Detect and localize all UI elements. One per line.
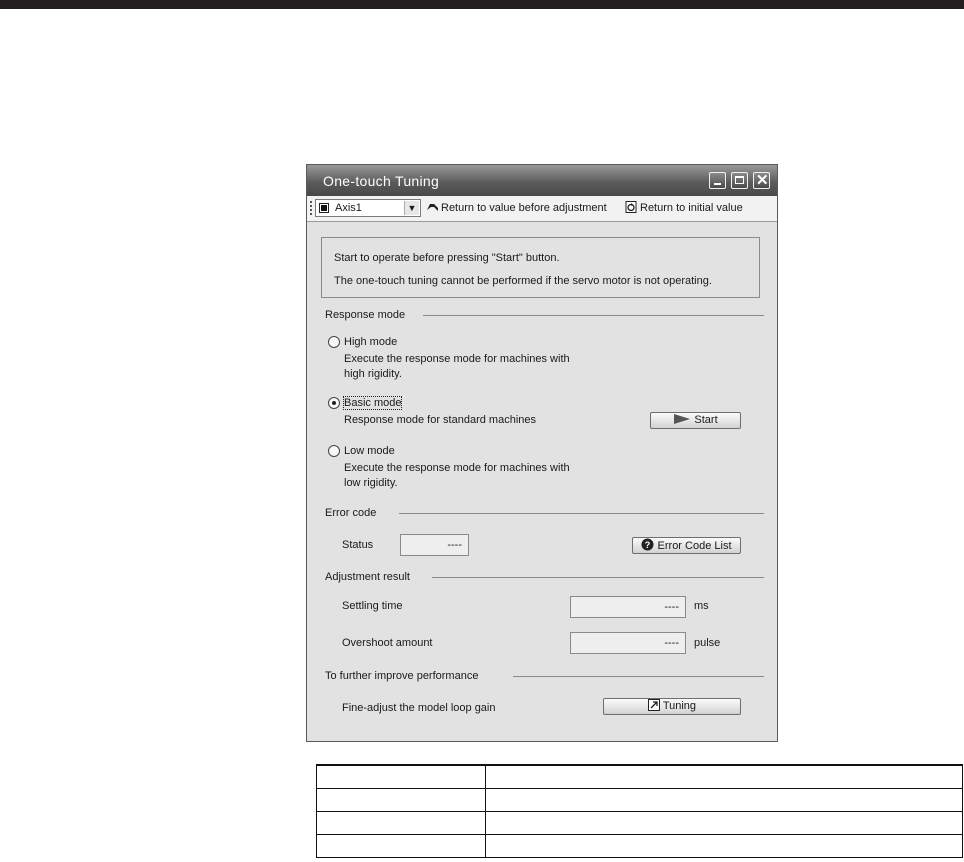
table-cell bbox=[316, 811, 486, 835]
table-row bbox=[316, 834, 963, 858]
error-code-list-button[interactable]: ? Error Code List bbox=[632, 537, 741, 554]
settling-time-label: Settling time bbox=[342, 600, 403, 612]
chevron-down-icon[interactable]: ▼ bbox=[404, 201, 419, 215]
improve-heading: To further improve performance bbox=[325, 670, 479, 682]
svg-text:?: ? bbox=[645, 540, 651, 550]
improve-divider bbox=[513, 676, 764, 677]
title-bar[interactable]: One-touch Tuning ✕ bbox=[307, 165, 777, 196]
tuning-button[interactable]: Tuning bbox=[603, 698, 741, 715]
error-code-list-label: Error Code List bbox=[657, 540, 732, 552]
return-before-label: Return to value before adjustment bbox=[441, 202, 607, 214]
table-cell bbox=[316, 788, 486, 812]
radio-basic-mode[interactable] bbox=[328, 397, 340, 409]
instruction-line-2: The one-touch tuning cannot be performed… bbox=[334, 275, 712, 287]
basic-mode-label[interactable]: Basic mode bbox=[342, 396, 403, 410]
status-field: ---- bbox=[400, 534, 469, 556]
response-mode-heading: Response mode bbox=[325, 309, 406, 321]
tuning-button-label: Tuning bbox=[662, 700, 697, 712]
adjustment-result-heading: Adjustment result bbox=[325, 571, 410, 583]
table-cell bbox=[485, 811, 963, 835]
axis-select-value: Axis1 bbox=[335, 202, 362, 214]
axis-select[interactable]: Axis1 ▼ bbox=[315, 199, 421, 217]
empty-document-table bbox=[316, 764, 963, 858]
low-mode-label[interactable]: Low mode bbox=[344, 445, 395, 457]
play-icon bbox=[674, 414, 691, 424]
table-cell bbox=[485, 834, 963, 858]
table-row bbox=[316, 811, 963, 835]
response-mode-divider bbox=[423, 315, 764, 316]
one-touch-tuning-window: One-touch Tuning ✕ Axis1 ▼ Return to val… bbox=[306, 164, 778, 742]
page-top-rule bbox=[0, 0, 964, 9]
basic-mode-desc-1: Response mode for standard machines bbox=[344, 414, 536, 426]
radio-low-mode[interactable] bbox=[328, 445, 340, 457]
reset-icon bbox=[625, 201, 637, 213]
table-cell bbox=[316, 764, 486, 789]
undo-arrow-icon bbox=[427, 204, 438, 211]
overshoot-amount-label: Overshoot amount bbox=[342, 637, 433, 649]
close-icon[interactable]: ✕ bbox=[753, 172, 770, 189]
low-mode-desc-1: Execute the response mode for machines w… bbox=[344, 462, 570, 474]
error-code-heading: Error code bbox=[325, 507, 377, 519]
status-label: Status bbox=[342, 539, 374, 551]
finetune-label: Fine-adjust the model loop gain bbox=[342, 702, 496, 714]
radio-high-mode[interactable] bbox=[328, 336, 340, 348]
start-button[interactable]: Start bbox=[650, 412, 741, 429]
toolbar-grip[interactable] bbox=[310, 201, 312, 216]
table-cell bbox=[316, 834, 486, 858]
instruction-line-1: Start to operate before pressing "Start"… bbox=[334, 252, 560, 264]
settling-time-unit: ms bbox=[694, 600, 709, 612]
high-mode-desc-1: Execute the response mode for machines w… bbox=[344, 353, 570, 365]
table-cell bbox=[485, 764, 963, 789]
start-button-label: Start bbox=[694, 414, 718, 426]
overshoot-amount-field: ---- bbox=[570, 632, 686, 654]
high-mode-desc-2: high rigidity. bbox=[344, 368, 402, 380]
maximize-icon[interactable] bbox=[731, 172, 748, 189]
axis-square-icon bbox=[319, 203, 329, 213]
window-title: One-touch Tuning bbox=[323, 173, 440, 189]
toolbar: Axis1 ▼ Return to value before adjustmen… bbox=[307, 196, 777, 222]
high-mode-label[interactable]: High mode bbox=[344, 336, 397, 348]
overshoot-amount-unit: pulse bbox=[694, 637, 721, 649]
return-initial-label: Return to initial value bbox=[640, 202, 743, 214]
return-initial-value-button[interactable]: Return to initial value bbox=[625, 201, 743, 214]
low-mode-desc-2: low rigidity. bbox=[344, 477, 398, 489]
external-arrow-icon bbox=[647, 699, 660, 711]
instruction-box: Start to operate before pressing "Start"… bbox=[321, 237, 760, 298]
settling-time-field: ---- bbox=[570, 596, 686, 618]
table-row bbox=[316, 788, 963, 812]
help-icon: ? bbox=[641, 538, 654, 551]
minimize-icon[interactable] bbox=[709, 172, 726, 189]
adjustment-result-divider bbox=[432, 577, 764, 578]
table-row bbox=[316, 764, 963, 789]
table-cell bbox=[485, 788, 963, 812]
error-code-divider bbox=[399, 513, 764, 514]
return-before-adjustment-button[interactable]: Return to value before adjustment bbox=[426, 201, 607, 214]
